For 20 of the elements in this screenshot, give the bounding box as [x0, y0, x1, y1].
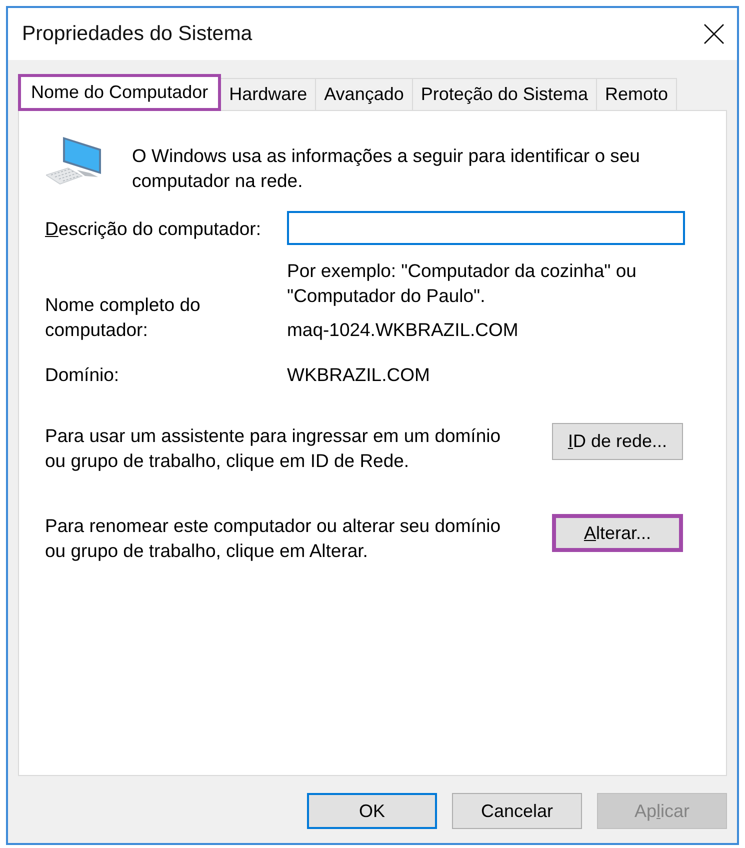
domain-label: Domínio: — [45, 363, 120, 387]
network-id-button[interactable]: ID de rede... — [552, 423, 683, 460]
computer-icon — [46, 135, 102, 185]
description-field[interactable] — [287, 211, 685, 245]
close-button[interactable] — [704, 24, 724, 44]
full-name-value: maq-1024.WKBRAZIL.COM — [287, 318, 518, 342]
instruction-text: Para usar um assistente para ingressar em um domínio ou grupo de trabalho, clique em ID de Rede. — [45, 424, 502, 473]
example-text: Por exemplo: "Computador da cozinha" ou "Computador do Paulo". — [287, 259, 636, 308]
window-title: Propriedades do Sistema — [22, 22, 252, 46]
cancel-button[interactable]: Cancelar — [452, 793, 582, 829]
ok-button[interactable]: OK — [307, 793, 437, 829]
description-label: Descrição do computador: — [45, 216, 262, 240]
tab[interactable]: Remoto — [596, 78, 677, 110]
tab[interactable]: Nome do Computador — [18, 74, 222, 111]
full-name-label: Nome completo do computador: — [45, 293, 202, 342]
intro-text: O Windows usa as informações a seguir para identificar o seu computador na rede. — [132, 144, 640, 193]
domain-value: WKBRAZIL.COM — [287, 363, 431, 387]
close-icon — [704, 24, 724, 44]
change-button[interactable]: Alterar... — [552, 514, 683, 552]
instruction-text: Para renomear este computador ou alterar seu domínio ou grupo de trabalho, clique em Alterar. — [45, 514, 502, 563]
